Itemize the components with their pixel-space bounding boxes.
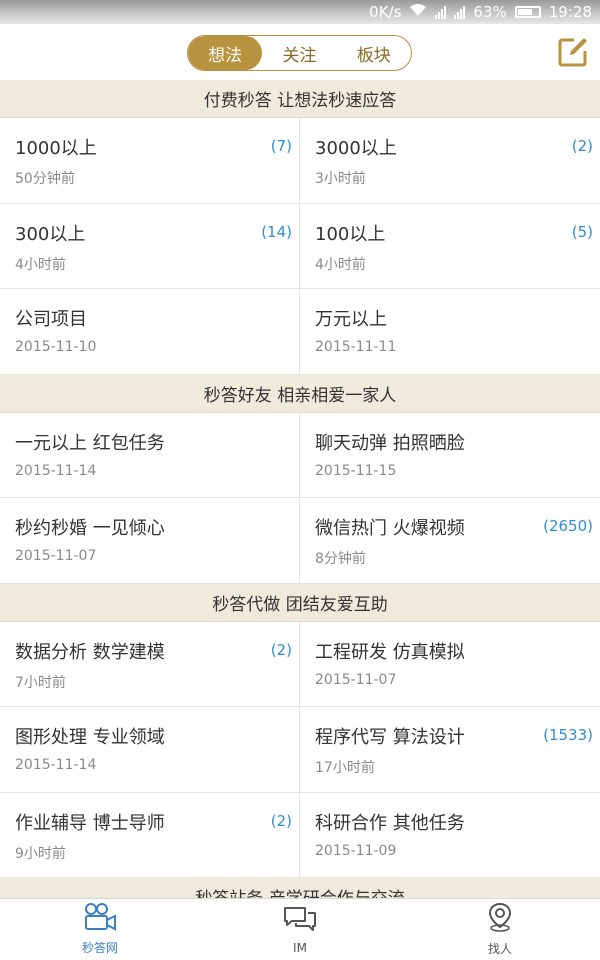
unread-count-badge: (2) <box>270 811 292 830</box>
clock: 19:28 <box>548 3 592 21</box>
board-updated-time: 2015-11-11 <box>315 339 397 355</box>
top-header: 想法 关注 板块 <box>0 24 600 80</box>
board-updated-time: 8分钟前 <box>315 551 366 567</box>
board-title: 图形处理 专业领域 <box>15 727 165 748</box>
unread-count-badge: (7) <box>270 137 292 155</box>
board-updated-time: 2015-11-14 <box>15 757 97 773</box>
board-item[interactable]: 工程研发 仿真模拟 2015-11-07 <box>300 621 600 707</box>
tab-label: IM <box>293 940 307 955</box>
video-camera-icon <box>83 903 117 935</box>
board-title: 1000以上 <box>15 138 97 159</box>
board-title: 3000以上 <box>315 138 397 159</box>
board-item[interactable]: 图形处理 专业领域 2015-11-14 <box>0 707 300 793</box>
board-updated-time: 9小时前 <box>15 845 66 862</box>
section-header: 付费秒答 让想法秒速应答 <box>0 80 600 118</box>
tab-following[interactable]: 关注 <box>262 36 336 70</box>
board-title: 微信热门 火爆视频 <box>315 518 465 539</box>
battery-icon <box>514 6 541 18</box>
bottom-tab-bar: 秒答网 IM 找人 <box>0 898 600 960</box>
tab-ideas[interactable]: 想法 <box>188 36 263 70</box>
segmented-control: 想法 关注 板块 <box>187 35 412 71</box>
board-grid: 一元以上 红包任务 2015-11-14 聊天动弹 拍照晒脸 2015-11-15 秒约… <box>0 412 600 584</box>
board-item[interactable]: 程序代写 算法设计 17小时前 (1533) <box>300 707 600 793</box>
section-header: 秒答代做 团结友爱互助 <box>0 583 600 622</box>
board-item[interactable]: 公司项目 2015-11-10 <box>0 289 300 375</box>
board-updated-time: 2015-11-07 <box>315 671 397 688</box>
unread-count-badge: (2) <box>270 640 292 659</box>
section-header: 秒答好友 相亲相爱一家人 <box>0 374 600 413</box>
board-updated-time: 4小时前 <box>315 256 366 273</box>
tab-boards[interactable]: 板块 <box>337 36 411 70</box>
board-item[interactable]: 秒约秒婚 一见倾心 2015-11-07 <box>0 498 300 584</box>
compose-icon[interactable] <box>557 36 589 68</box>
tab-label: 找人 <box>487 942 512 956</box>
board-updated-time: 2015-11-14 <box>15 462 97 479</box>
board-updated-time: 7小时前 <box>15 674 66 691</box>
tab-miaodawang[interactable]: 秒答网 <box>0 899 200 960</box>
unread-count-badge: (1533) <box>543 726 593 744</box>
unread-count-badge: (14) <box>261 222 292 241</box>
network-speed: 0K/s <box>369 3 402 21</box>
board-title: 一元以上 红包任务 <box>15 432 165 454</box>
board-title: 工程研发 仿真模拟 <box>315 641 465 663</box>
board-title: 数据分析 数学建模 <box>15 641 165 663</box>
unread-count-badge: (5) <box>571 222 593 241</box>
board-updated-time: 3小时前 <box>315 171 366 187</box>
board-updated-time: 4小时前 <box>15 256 66 273</box>
board-item[interactable]: 聊天动弹 拍照晒脸 2015-11-15 <box>300 412 600 498</box>
board-item[interactable]: 数据分析 数学建模 7小时前 (2) <box>0 621 300 707</box>
battery-percent: 63% <box>473 3 507 21</box>
board-title: 科研合作 其他任务 <box>315 812 465 834</box>
board-grid: 数据分析 数学建模 7小时前 (2) 工程研发 仿真模拟 2015-11-07 图形处理 … <box>0 621 600 878</box>
wifi-icon <box>409 3 427 21</box>
unread-count-badge: (2650) <box>543 517 593 535</box>
board-item[interactable]: 100以上 4小时前 (5) <box>300 203 600 289</box>
board-title: 秒约秒婚 一见倾心 <box>15 518 165 539</box>
status-bar: 0K/s 63% 19:28 <box>0 0 600 24</box>
board-item[interactable]: 3000以上 3小时前 (2) <box>300 118 600 204</box>
board-updated-time: 2015-11-10 <box>15 339 97 355</box>
board-title: 300以上 <box>15 223 86 245</box>
board-item[interactable]: 万元以上 2015-11-11 <box>300 289 600 375</box>
board-title: 聊天动弹 拍照晒脸 <box>315 432 465 454</box>
tab-find-people[interactable]: 找人 <box>400 899 600 960</box>
location-pin-icon <box>485 902 515 936</box>
board-updated-time: 17小时前 <box>315 760 375 776</box>
board-item[interactable]: 科研合作 其他任务 2015-11-09 <box>300 792 600 878</box>
board-updated-time: 2015-11-15 <box>315 462 397 479</box>
board-item[interactable]: 微信热门 火爆视频 8分钟前 (2650) <box>300 498 600 584</box>
unread-count-badge: (2) <box>571 137 593 155</box>
board-item[interactable]: 1000以上 50分钟前 (7) <box>0 118 300 204</box>
board-grid: 1000以上 50分钟前 (7) 3000以上 3小时前 (2) 300以上 4小时前 (14)… <box>0 118 600 375</box>
board-updated-time: 2015-11-07 <box>15 548 97 564</box>
2g-signal-icon <box>454 5 466 19</box>
tab-label: 秒答网 <box>81 941 118 955</box>
board-title: 100以上 <box>315 223 386 245</box>
board-title: 程序代写 算法设计 <box>315 727 465 748</box>
section-header: 秒答站务 产学研合作与交流 <box>0 878 600 898</box>
tab-im[interactable]: IM <box>200 899 400 960</box>
board-list: 付费秒答 让想法秒速应答 1000以上 50分钟前 (7) 3000以上 3小时前 (2) 3… <box>0 80 600 898</box>
3g-signal-icon <box>435 5 447 19</box>
chat-bubbles-icon <box>283 905 317 937</box>
board-item[interactable]: 作业辅导 博士导师 9小时前 (2) <box>0 792 300 878</box>
board-title: 万元以上 <box>315 309 387 330</box>
board-updated-time: 50分钟前 <box>15 171 75 187</box>
board-updated-time: 2015-11-09 <box>315 842 397 859</box>
board-title: 作业辅导 博士导师 <box>15 812 165 834</box>
board-item[interactable]: 一元以上 红包任务 2015-11-14 <box>0 412 300 498</box>
board-title: 公司项目 <box>15 309 87 330</box>
board-item[interactable]: 300以上 4小时前 (14) <box>0 203 300 289</box>
